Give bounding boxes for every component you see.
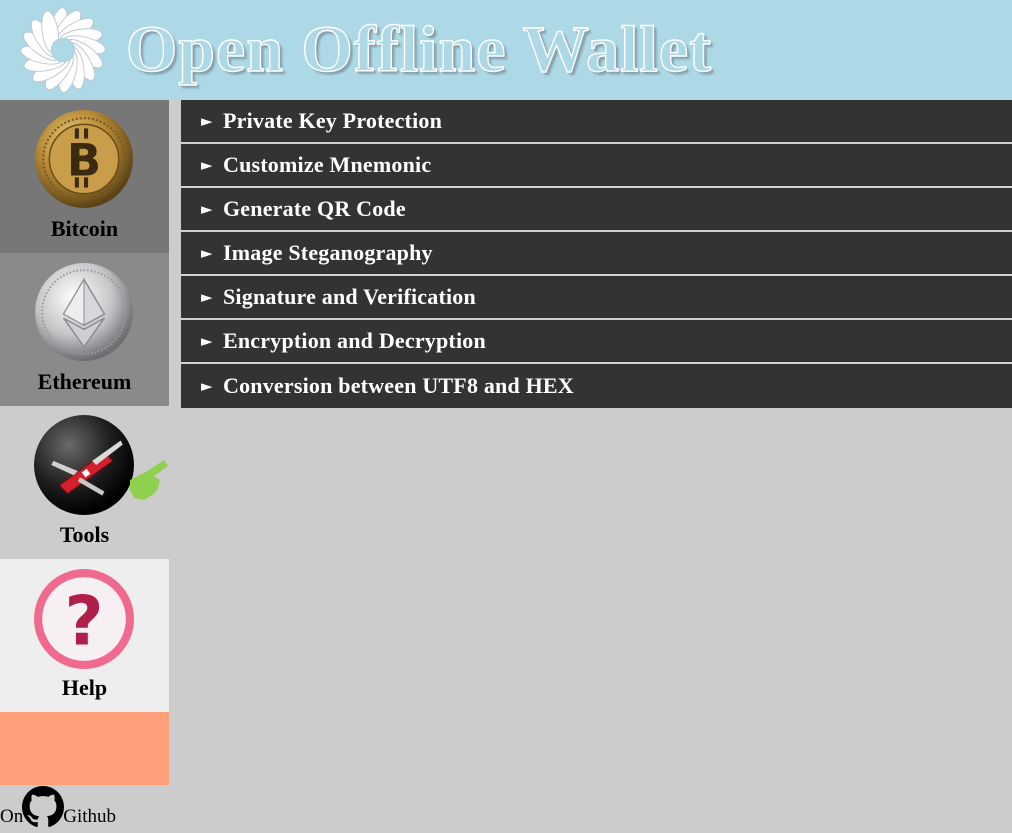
accordion-item-label: Generate QR Code	[223, 196, 406, 221]
accordion-item-customize-mnemonic[interactable]: ► Customize Mnemonic	[181, 144, 1012, 188]
swiss-knife-icon	[34, 415, 134, 515]
accordion-item-image-steganography[interactable]: ► Image Steganography	[181, 232, 1012, 276]
accordion-item-label: Image Steganography	[223, 240, 433, 265]
accordion-item-label: Signature and Verification	[223, 284, 476, 309]
flower-logo-icon	[20, 7, 106, 93]
accordion-item-label: Conversion between UTF8 and HEX	[223, 373, 574, 398]
app-header: Open Offline Wallet	[0, 0, 1012, 100]
accordion-item-label: Encryption and Decryption	[223, 328, 486, 353]
sidebar-item-bitcoin[interactable]: B Bitcoin	[0, 100, 169, 253]
sidebar-item-tools[interactable]: Tools	[0, 406, 169, 559]
sidebar-item-ethereum[interactable]: Ethereum	[0, 253, 169, 406]
github-link[interactable]: On Github	[0, 784, 116, 828]
accordion-item-utf8-hex-conversion[interactable]: ► Conversion between UTF8 and HEX	[181, 364, 1012, 408]
github-suffix: Github	[63, 806, 117, 827]
pointing-hand-icon	[130, 460, 168, 500]
sidebar-item-label: Bitcoin	[50, 216, 119, 241]
expand-arrow-icon: ►	[201, 377, 213, 395]
accordion-item-label: Private Key Protection	[223, 108, 443, 133]
sidebar-item-label: Ethereum	[37, 369, 132, 394]
accordion-item-encryption-decryption[interactable]: ► Encryption and Decryption	[181, 320, 1012, 364]
sidebar-item-label: Tools	[59, 522, 110, 547]
github-icon	[22, 786, 65, 827]
ethereum-coin-icon	[35, 263, 133, 361]
sidebar-accent-block	[0, 712, 169, 785]
accordion-item-signature-verification[interactable]: ► Signature and Verification	[181, 276, 1012, 320]
github-prefix: On	[0, 806, 24, 827]
expand-arrow-icon: ►	[201, 156, 213, 174]
accordion-item-generate-qr-code[interactable]: ► Generate QR Code	[181, 188, 1012, 232]
sidebar-item-help[interactable]: ? Help	[0, 559, 169, 712]
sidebar: B Bitcoin Ethereum Tools ? Help	[0, 100, 169, 785]
bitcoin-coin-icon: B	[35, 110, 133, 208]
accordion-item-private-key-protection[interactable]: ► Private Key Protection	[181, 100, 1012, 144]
expand-arrow-icon: ►	[201, 244, 213, 262]
expand-arrow-icon: ►	[201, 332, 213, 350]
expand-arrow-icon: ►	[201, 112, 213, 130]
accordion-item-label: Customize Mnemonic	[223, 152, 432, 177]
sidebar-item-label: Help	[61, 675, 108, 700]
expand-arrow-icon: ►	[201, 288, 213, 306]
app-title: Open Offline Wallet	[125, 12, 713, 86]
svg-text:?: ?	[64, 583, 103, 661]
expand-arrow-icon: ►	[201, 200, 213, 218]
tools-accordion: ► Private Key Protection ► Customize Mne…	[181, 100, 1012, 408]
question-mark-icon: ?	[34, 569, 134, 669]
